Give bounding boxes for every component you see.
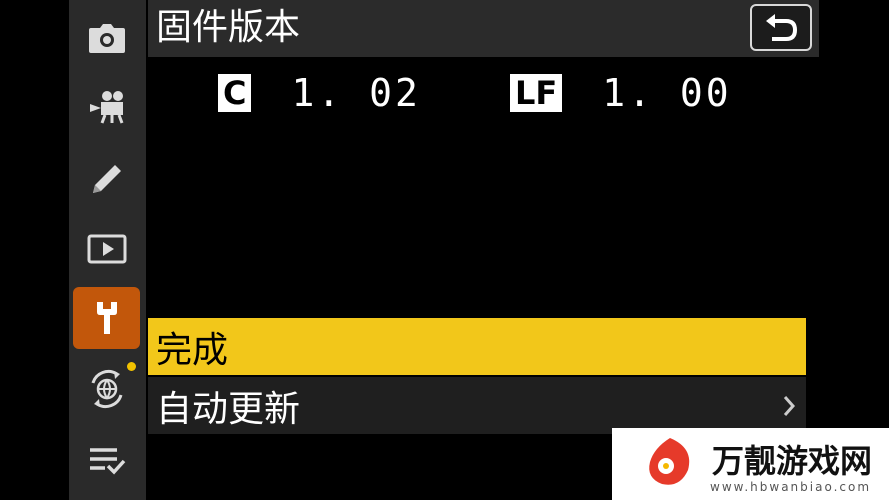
sidebar-item-network[interactable] (73, 358, 140, 420)
watermark: 万靓游戏网 www.hbwanbiao.com (612, 428, 889, 500)
header-bar: 固件版本 (148, 0, 819, 57)
watermark-text: 万靓游戏网 (712, 442, 873, 480)
sidebar-item-movie-shooting[interactable] (73, 76, 140, 138)
sidebar-item-playback[interactable] (73, 218, 140, 280)
sidebar-item-photo-shooting[interactable] (73, 8, 140, 70)
watermark-logo-icon (649, 438, 690, 485)
menu-item-auto-update[interactable]: 自动更新 (148, 377, 806, 434)
sidebar-item-setup[interactable] (73, 287, 140, 349)
chevron-right-icon (782, 377, 796, 434)
firmware-c-version: C 1. 02 (218, 71, 421, 115)
sidebar-item-my-menu[interactable] (73, 430, 140, 492)
watermark-url: www.hbwanbiao.com (710, 480, 872, 494)
sidebar-item-retouch[interactable] (73, 148, 140, 210)
return-icon (766, 13, 798, 41)
menu-item-done[interactable]: 完成 (148, 318, 806, 375)
page-title: 固件版本 (156, 7, 301, 48)
firmware-lf-value: 1. 00 (602, 71, 732, 115)
network-icon (91, 369, 122, 409)
pencil-icon (92, 165, 121, 193)
firmware-c-value: 1. 02 (291, 71, 421, 115)
menu-item-label: 完成 (156, 329, 229, 371)
playback-icon (87, 234, 126, 264)
back-button[interactable] (750, 4, 812, 51)
sidebar (69, 0, 146, 500)
movie-camera-icon (89, 91, 123, 124)
firmware-c-badge: C (218, 74, 252, 112)
my-menu-icon (89, 448, 125, 475)
wrench-icon (96, 302, 117, 334)
camera-icon (88, 24, 125, 53)
firmware-lf-badge: LF (510, 74, 563, 112)
menu-item-label: 自动更新 (156, 388, 301, 430)
firmware-lf-version: LF 1. 00 (510, 71, 732, 115)
